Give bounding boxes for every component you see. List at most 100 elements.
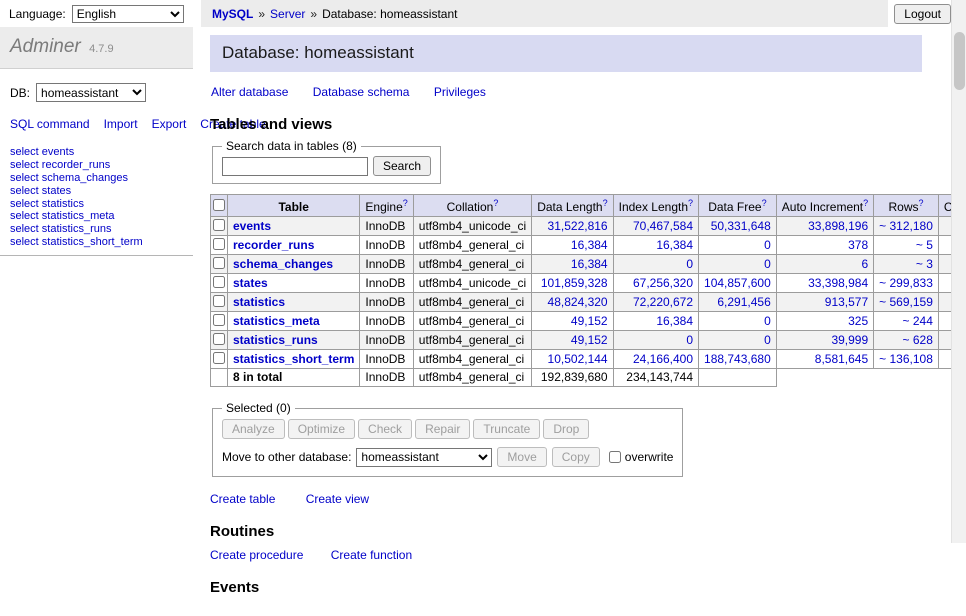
doc-link[interactable]: ? — [493, 198, 498, 208]
table-name-link[interactable]: states — [233, 276, 268, 290]
bulk-action-button[interactable]: Drop — [543, 419, 589, 439]
row-checkbox[interactable] — [213, 257, 225, 269]
table-name-link[interactable]: statistics_meta — [233, 314, 320, 328]
data-free-link[interactable]: 6,291,456 — [717, 295, 770, 309]
sidebar-table-link[interactable]: select events — [10, 146, 183, 159]
index-length-link[interactable]: 16,384 — [656, 314, 693, 328]
index-length-link[interactable]: 16,384 — [656, 238, 693, 252]
doc-link[interactable]: ? — [688, 198, 693, 208]
scrollbar[interactable] — [951, 0, 966, 543]
rows-link[interactable]: ~ 136,108 — [879, 352, 933, 366]
sidebar-table-link[interactable]: select statistics_short_term — [10, 236, 183, 249]
data-length-link[interactable]: 49,152 — [571, 314, 608, 328]
data-length-link[interactable]: 16,384 — [571, 257, 608, 271]
sidebar-table-link[interactable]: select schema_changes — [10, 172, 183, 185]
sidebar-table-link[interactable]: select states — [10, 185, 183, 198]
doc-link[interactable]: ? — [863, 198, 868, 208]
auto-increment-link[interactable]: 33,898,196 — [808, 219, 868, 233]
auto-increment-link[interactable]: 8,581,645 — [815, 352, 868, 366]
table-name-link[interactable]: statistics — [233, 295, 285, 309]
rows-link[interactable]: ~ 5 — [916, 238, 933, 252]
index-length-link[interactable]: 70,467,584 — [633, 219, 693, 233]
sidebar-table-link[interactable]: select statistics_meta — [10, 210, 183, 223]
doc-link[interactable]: ? — [762, 198, 767, 208]
rows-link[interactable]: ~ 312,180 — [879, 219, 933, 233]
sidebar-link[interactable]: Import — [104, 117, 138, 131]
bulk-action-button[interactable]: Optimize — [288, 419, 355, 439]
data-free-link[interactable]: 0 — [764, 257, 771, 271]
row-checkbox[interactable] — [213, 333, 225, 345]
doc-link[interactable]: ? — [603, 198, 608, 208]
data-length-link[interactable]: 49,152 — [571, 333, 608, 347]
data-length-link[interactable]: 101,859,328 — [541, 276, 608, 290]
auto-increment-link[interactable]: 33,398,984 — [808, 276, 868, 290]
row-checkbox[interactable] — [213, 219, 225, 231]
doc-link[interactable]: ? — [403, 198, 408, 208]
auto-increment-link[interactable]: 913,577 — [825, 295, 868, 309]
search-button[interactable]: Search — [373, 156, 431, 176]
index-length-link[interactable]: 72,220,672 — [633, 295, 693, 309]
index-length-link[interactable]: 24,166,400 — [633, 352, 693, 366]
rows-link[interactable]: ~ 3 — [916, 257, 933, 271]
table-name-link[interactable]: statistics_runs — [233, 333, 318, 347]
breadcrumb-server-link[interactable]: Server — [270, 7, 305, 21]
bulk-action-button[interactable]: Repair — [415, 419, 470, 439]
data-length-link[interactable]: 16,384 — [571, 238, 608, 252]
language-select[interactable]: English — [72, 5, 184, 23]
create-procedure-link[interactable]: Create procedure — [210, 548, 303, 562]
adminer-logo[interactable]: Adminer — [10, 36, 81, 57]
data-length-link[interactable]: 10,502,144 — [548, 352, 608, 366]
select-all-checkbox[interactable] — [213, 199, 225, 211]
create-view-link[interactable]: Create view — [306, 492, 369, 506]
row-checkbox[interactable] — [213, 238, 225, 250]
logout-button[interactable]: Logout — [894, 4, 951, 24]
sidebar-table-link[interactable]: select statistics — [10, 198, 183, 211]
database-schema-link[interactable]: Database schema — [313, 85, 410, 99]
sidebar-link[interactable]: Export — [152, 117, 187, 131]
data-free-link[interactable]: 0 — [764, 238, 771, 252]
copy-button[interactable]: Copy — [552, 447, 600, 467]
row-checkbox[interactable] — [213, 276, 225, 288]
index-length-link[interactable]: 0 — [686, 257, 693, 271]
rows-link[interactable]: ~ 569,159 — [879, 295, 933, 309]
breadcrumb-mysql-link[interactable]: MySQL — [212, 7, 253, 21]
move-db-select[interactable]: homeassistant — [356, 448, 492, 467]
overwrite-checkbox[interactable] — [609, 451, 621, 463]
bulk-action-button[interactable]: Truncate — [473, 419, 540, 439]
data-free-link[interactable]: 104,857,600 — [704, 276, 771, 290]
auto-increment-link[interactable]: 6 — [861, 257, 868, 271]
auto-increment-link[interactable]: 378 — [848, 238, 868, 252]
data-free-link[interactable]: 188,743,680 — [704, 352, 771, 366]
sidebar-table-link[interactable]: select recorder_runs — [10, 159, 183, 172]
move-button[interactable]: Move — [497, 447, 546, 467]
privileges-link[interactable]: Privileges — [434, 85, 486, 99]
data-free-link[interactable]: 0 — [764, 333, 771, 347]
table-name-link[interactable]: events — [233, 219, 271, 233]
create-table-link[interactable]: Create table — [210, 492, 275, 506]
auto-increment-link[interactable]: 39,999 — [831, 333, 868, 347]
row-checkbox[interactable] — [213, 352, 225, 364]
bulk-action-button[interactable]: Analyze — [222, 419, 285, 439]
data-length-link[interactable]: 31,522,816 — [548, 219, 608, 233]
bulk-action-button[interactable]: Check — [358, 419, 412, 439]
doc-link[interactable]: ? — [919, 198, 924, 208]
rows-link[interactable]: ~ 244 — [903, 314, 933, 328]
create-function-link[interactable]: Create function — [331, 548, 412, 562]
sidebar-table-link[interactable]: select statistics_runs — [10, 223, 183, 236]
index-length-link[interactable]: 0 — [686, 333, 693, 347]
rows-link[interactable]: ~ 628 — [903, 333, 933, 347]
index-length-link[interactable]: 67,256,320 — [633, 276, 693, 290]
row-checkbox[interactable] — [213, 295, 225, 307]
table-name-link[interactable]: statistics_short_term — [233, 352, 354, 366]
data-free-link[interactable]: 0 — [764, 314, 771, 328]
db-select[interactable]: homeassistant — [36, 83, 146, 102]
data-free-link[interactable]: 50,331,648 — [711, 219, 771, 233]
rows-link[interactable]: ~ 299,833 — [879, 276, 933, 290]
search-input[interactable] — [222, 157, 368, 176]
row-checkbox[interactable] — [213, 314, 225, 326]
table-name-link[interactable]: recorder_runs — [233, 238, 314, 252]
table-name-link[interactable]: schema_changes — [233, 257, 333, 271]
sidebar-link[interactable]: SQL command — [10, 117, 90, 131]
data-length-link[interactable]: 48,824,320 — [548, 295, 608, 309]
scrollbar-thumb[interactable] — [954, 32, 965, 90]
